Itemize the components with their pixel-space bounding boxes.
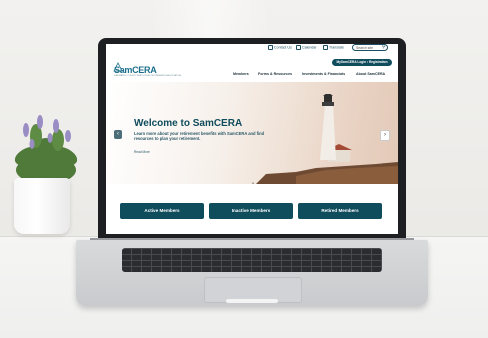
hero-subtitle: Learn more about your retirement benefit… xyxy=(134,131,265,142)
nav-forms-resources[interactable]: Forms & Resources xyxy=(258,72,292,76)
retired-members-button[interactable]: Retired Members xyxy=(298,203,382,219)
nav-members[interactable]: Members xyxy=(233,72,249,76)
laptop-screen: Contact Us Calendar Translate Search sit… xyxy=(106,44,398,234)
login-registration-button[interactable]: MySamCERA Login • Registration xyxy=(332,59,392,66)
contact-link[interactable]: Contact Us xyxy=(268,45,292,50)
chevron-right-icon: › xyxy=(384,132,386,138)
nav-investments-financials[interactable]: Investments & Financials xyxy=(302,72,345,76)
utility-bar: Contact Us Calendar Translate Search sit… xyxy=(106,44,398,54)
read-more-link[interactable]: Read More xyxy=(134,150,150,154)
calendar-link[interactable]: Calendar xyxy=(296,45,317,50)
search-icon[interactable]: ⚲ xyxy=(382,45,386,50)
hero-title: Welcome to SamCERA xyxy=(134,118,243,129)
calendar-icon xyxy=(296,45,301,50)
globe-icon xyxy=(323,45,328,50)
laptop-keyboard xyxy=(122,248,382,272)
active-members-button[interactable]: Active Members xyxy=(120,203,204,219)
nav-about[interactable]: About SamCERA xyxy=(356,72,385,76)
potted-plant xyxy=(14,115,78,184)
logo-name[interactable]: SamCERA xyxy=(114,65,157,75)
contact-label: Contact Us xyxy=(274,45,292,50)
lighthouse-image xyxy=(256,94,398,184)
laptop-lip xyxy=(226,299,278,303)
translate-link[interactable]: Translate xyxy=(323,45,344,50)
calendar-label: Calendar xyxy=(302,45,317,50)
logo-tagline: SAN MATEO COUNTY EMPLOYEES' RETIREMENT A… xyxy=(114,75,182,77)
chevron-left-icon: ‹ xyxy=(117,131,119,137)
translate-label: Translate xyxy=(329,45,344,50)
carousel-next-button[interactable]: › xyxy=(380,130,390,141)
carousel-prev-button[interactable]: ‹ xyxy=(114,130,122,139)
inactive-members-button[interactable]: Inactive Members xyxy=(209,203,293,219)
plant-pot xyxy=(14,178,70,234)
phone-icon xyxy=(268,45,273,50)
